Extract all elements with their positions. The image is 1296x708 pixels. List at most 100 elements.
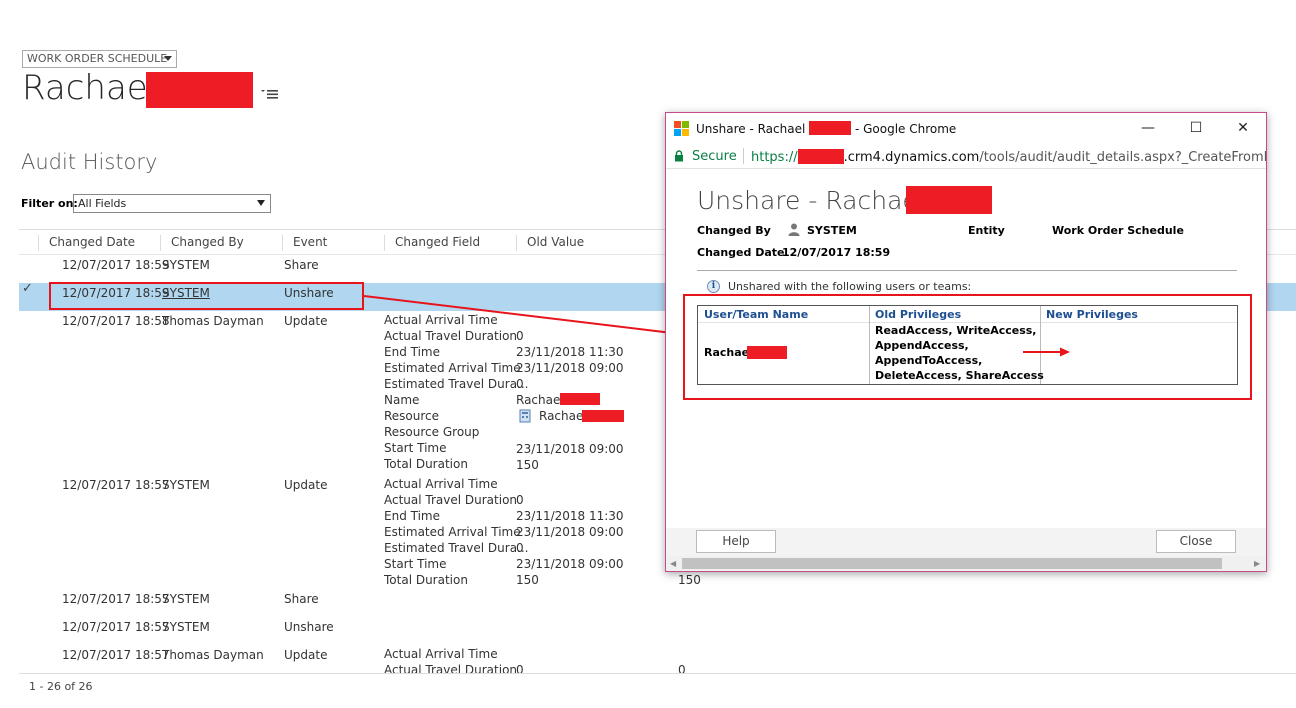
changed-field: Estimated Travel Dura... <box>384 377 529 391</box>
window-title: Unshare - Rachael - Google Chrome <box>696 121 956 136</box>
changed-field: Estimated Arrival Time <box>384 525 521 539</box>
changed-field: Actual Arrival Time <box>384 313 498 327</box>
user-icon <box>788 223 800 236</box>
old-value: 23/11/2018 09:00 <box>516 557 624 571</box>
highlight-box <box>49 282 364 310</box>
window-title-suffix: - Google Chrome <box>854 122 957 136</box>
record-count: 1 - 26 of 26 <box>29 680 93 693</box>
address-separator <box>743 148 744 164</box>
changed-field: Estimated Arrival Time <box>384 361 521 375</box>
redaction <box>797 149 844 164</box>
secure-label: Secure <box>692 149 737 164</box>
row-changed-by-link[interactable]: SYSTEM <box>162 620 210 634</box>
row-date: 12/07/2017 18:57 <box>62 648 170 662</box>
changed-field: End Time <box>384 509 440 523</box>
filter-select-value: All Fields <box>78 197 127 210</box>
old-value: 23/11/2018 11:30 <box>516 509 624 523</box>
old-value: 0 <box>516 377 524 391</box>
changed-by-label: Changed By <box>697 224 771 237</box>
filter-select[interactable]: All Fields <box>73 194 271 213</box>
row-date: 12/07/2017 18:57 <box>62 478 170 492</box>
old-value: 23/11/2018 11:30 <box>516 345 624 359</box>
row-changed-by-link[interactable]: Thomas Dayman <box>162 648 264 662</box>
record-menu-icon[interactable] <box>259 86 279 100</box>
changed-field: Actual Travel Duration <box>384 663 518 673</box>
url-text[interactable]: https:// .crm4.dynamics.com/tools/audit/a… <box>751 149 1267 165</box>
info-text: Unshared with the following users or tea… <box>728 280 972 293</box>
help-button[interactable]: Help <box>696 530 776 553</box>
unshare-popup-window[interactable]: Unshare - Rachael - Google Chrome — ☐ ✕ … <box>665 112 1267 572</box>
old-value: 23/11/2018 09:00 <box>516 361 624 375</box>
window-title-text: Unshare - Rachael <box>696 122 806 136</box>
resource-icon <box>519 409 531 423</box>
popup-heading: Unshare - Rachael <box>697 186 925 215</box>
close-window-button[interactable]: ✕ <box>1221 115 1265 141</box>
row-event[interactable]: Update <box>284 314 327 328</box>
old-value: 23/11/2018 09:00 <box>516 525 624 539</box>
row-event[interactable]: Share <box>284 592 319 606</box>
old-value: 0 <box>516 663 524 673</box>
clipped-row: Actual Travel Duration <box>384 663 517 673</box>
old-value: 0 <box>516 329 524 343</box>
old-value: 0 <box>516 541 524 555</box>
lock-icon <box>675 150 683 162</box>
changed-by-link[interactable]: SYSTEM <box>807 224 857 237</box>
form-selector[interactable]: WORK ORDER SCHEDULE <box>22 50 177 68</box>
new-value: 0 <box>678 663 686 673</box>
address-bar[interactable]: Secure https:// .crm4.dynamics.com/tools/… <box>666 143 1266 169</box>
close-button[interactable]: Close <box>1156 530 1236 553</box>
changed-field: Actual Travel Duration <box>384 329 518 343</box>
changed-field: Name <box>384 393 420 407</box>
row-event[interactable]: Update <box>284 478 327 492</box>
row-changed-by-link[interactable]: Thomas Dayman <box>162 314 264 328</box>
changed-field: End Time <box>384 345 440 359</box>
divider <box>697 270 1237 271</box>
url-path: /tools/audit/audit_details.aspx?_CreateF… <box>979 150 1267 165</box>
changed-field: Resource Group <box>384 425 480 439</box>
scroll-right-icon[interactable]: ▶ <box>1254 559 1260 568</box>
minimize-button[interactable]: — <box>1126 115 1170 141</box>
row-date: 12/07/2017 18:59 <box>62 258 170 272</box>
resource-link[interactable]: Rachael <box>539 409 587 423</box>
column-header-changed-field[interactable]: Changed Field <box>384 235 480 251</box>
checkmark-icon[interactable]: ✓ <box>22 281 33 296</box>
row-date: 12/07/2017 18:57 <box>62 592 170 606</box>
column-header-old-value[interactable]: Old Value <box>516 235 584 251</box>
column-header-event[interactable]: Event <box>282 235 327 251</box>
row-date: 12/07/2017 18:57 <box>62 620 170 634</box>
scroll-left-icon[interactable]: ◀ <box>670 559 676 568</box>
changed-field: Actual Travel Duration <box>384 493 518 507</box>
changed-field: Total Duration <box>384 457 468 471</box>
row-event[interactable]: Update <box>284 648 327 662</box>
row-date: 12/07/2017 18:58 <box>62 314 170 328</box>
redaction <box>146 72 253 108</box>
row-changed-by-link[interactable]: SYSTEM <box>162 258 210 272</box>
horizontal-scrollbar[interactable]: ◀ ▶ <box>666 556 1266 571</box>
redaction <box>560 393 600 405</box>
record-title: Rachael <box>22 68 158 108</box>
redaction <box>906 186 992 214</box>
row-event[interactable]: Share <box>284 258 319 272</box>
changed-field: Total Duration <box>384 573 468 587</box>
row-changed-by-link[interactable]: SYSTEM <box>162 592 210 606</box>
old-value: 23/11/2018 09:00 <box>516 442 624 456</box>
changed-date-label: Changed Date <box>697 246 785 259</box>
entity-value: Work Order Schedule <box>1052 224 1184 237</box>
info-icon: i <box>707 280 720 293</box>
chevron-down-icon <box>164 56 172 61</box>
window-titlebar[interactable]: Unshare - Rachael - Google Chrome — ☐ ✕ <box>666 113 1266 143</box>
changed-date-value: 12/07/2017 18:59 <box>782 246 891 259</box>
row-changed-by-link[interactable]: SYSTEM <box>162 478 210 492</box>
clipped-row: 0 <box>516 663 524 673</box>
row-event[interactable]: Unshare <box>284 620 334 634</box>
url-host: .crm4.dynamics.com <box>843 150 980 165</box>
scrollbar-thumb[interactable] <box>682 558 1222 569</box>
old-value: 150 <box>516 458 539 472</box>
old-value: Rachael <box>516 393 564 407</box>
changed-field: Start Time <box>384 557 447 571</box>
column-header-changed-date[interactable]: Changed Date <box>38 235 135 251</box>
maximize-button[interactable]: ☐ <box>1174 115 1218 141</box>
column-header-changed-by[interactable]: Changed By <box>160 235 244 251</box>
entity-label: Entity <box>968 224 1005 237</box>
changed-field: Resource <box>384 409 440 423</box>
